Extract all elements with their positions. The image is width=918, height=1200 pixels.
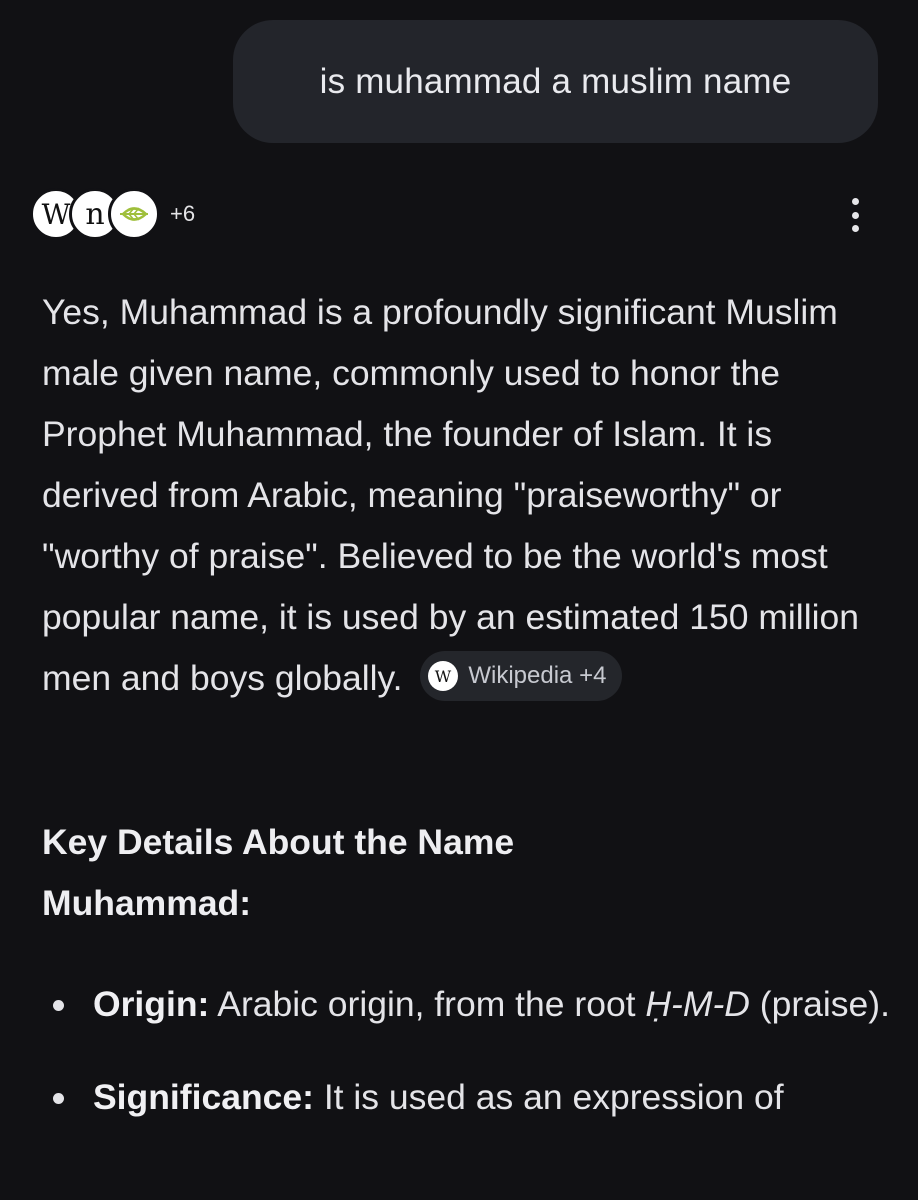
more-options-icon[interactable] <box>838 194 872 236</box>
citation-icon-letter: W <box>435 667 452 686</box>
item-italic: Ḥ-M-D <box>645 984 750 1024</box>
list-item: Significance: It is used as an expressio… <box>42 1067 902 1128</box>
key-details-heading: Key Details About the Name Muhammad: <box>42 822 515 923</box>
more-options-dot <box>851 211 859 219</box>
more-options-dot <box>851 225 859 232</box>
sources-more-count[interactable]: +6 <box>170 201 195 227</box>
citation-chip[interactable]: W Wikipedia +4 <box>420 650 623 701</box>
more-options-dot <box>851 198 859 205</box>
item-label: Significance: <box>93 1077 314 1117</box>
answer-text: Yes, Muhammad is a profoundly significan… <box>42 292 859 698</box>
bullet-dot <box>53 1093 64 1104</box>
user-query-text: is muhammad a muslim name <box>319 61 792 101</box>
wikipedia-icon: W <box>428 660 459 691</box>
wikipedia-letter: W <box>42 198 71 230</box>
item-text-after: (praise). <box>749 984 890 1024</box>
item-text: Arabic origin, from the root <box>209 984 646 1024</box>
item-text: It is used as an expression of <box>313 1077 784 1117</box>
list-item: Origin: Arabic origin, from the root Ḥ-M… <box>42 974 902 1035</box>
bullet-dot <box>53 1000 64 1011</box>
wn-letters: n <box>85 198 104 230</box>
item-label: Origin: <box>93 984 210 1024</box>
leaf-icon[interactable] <box>108 188 160 240</box>
sources-row[interactable]: W n +6 <box>30 186 195 242</box>
user-query-bubble: is muhammad a muslim name <box>233 20 878 143</box>
citation-label: Wikipedia +4 <box>468 661 607 689</box>
key-details-list: Origin: Arabic origin, from the root Ḥ-M… <box>42 974 902 1160</box>
answer-paragraph: Yes, Muhammad is a profoundly significan… <box>42 282 882 709</box>
